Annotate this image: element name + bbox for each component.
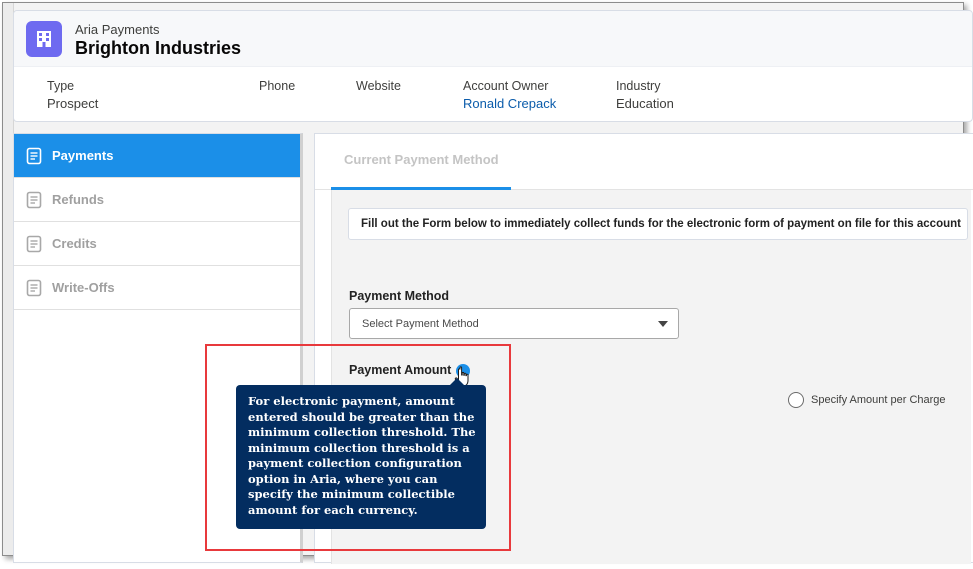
field-label: Account Owner [463,79,549,93]
chevron-down-icon [658,321,668,327]
document-icon [25,279,43,297]
sidebar-item-refunds[interactable]: Refunds [14,178,300,222]
app-name: Aria Payments [75,22,160,37]
field-type: Type Prospect [47,79,98,111]
payment-method-label: Payment Method [349,289,450,303]
sidebar-item-label: Payments [52,148,114,163]
account-name: Brighton Industries [75,38,241,58]
sidebar-item-label: Refunds [52,192,104,207]
field-value: Prospect [47,96,99,111]
building-icon [26,21,62,57]
field-industry: Industry Education [616,79,674,111]
field-website: Website [356,79,401,96]
field-phone: Phone [259,79,295,96]
field-label: Type [47,79,75,93]
sidebar-item-label: Credits [52,236,97,251]
sidebar-item-label: Write-Offs [52,280,115,295]
record-header: Aria Payments Brighton Industries Type P… [13,10,973,122]
specify-amount-radio[interactable] [788,392,804,408]
record-titlebar: Aria Payments Brighton Industries [14,11,972,67]
document-icon [25,235,43,253]
annotation-highlight-box [205,344,511,551]
tab-current-payment-method[interactable]: Current Payment Method [331,134,511,190]
field-account-owner: Account Owner Ronald Crepack [463,79,556,111]
field-label: Phone [259,79,296,93]
payment-method-placeholder: Select Payment Method [362,318,479,330]
sidebar-item-credits[interactable]: Credits [14,222,300,266]
field-label: Industry [616,79,661,93]
document-icon [25,191,43,209]
account-owner-link[interactable]: Ronald Crepack [463,96,556,111]
info-banner: Fill out the Form below to immediately c… [348,208,968,240]
payment-method-select[interactable]: Select Payment Method [349,308,679,339]
tab-bar: Current Payment Method [315,134,973,190]
field-label: Website [356,79,401,93]
document-icon [25,147,43,165]
field-value: Education [616,96,674,111]
sidebar-item-write-offs[interactable]: Write-Offs [14,266,300,310]
sidebar-item-payments[interactable]: Payments [14,134,300,178]
specify-amount-radio-label: Specify Amount per Charge [811,394,946,406]
